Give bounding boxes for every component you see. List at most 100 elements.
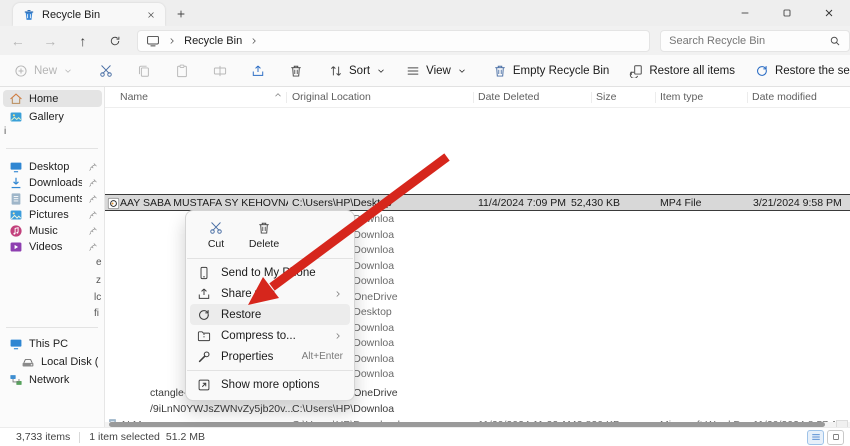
sidebar-item-documents[interactable]: Documents [3,190,102,207]
menu-item-label: Restore [221,308,262,321]
tab-close-button[interactable] [143,7,159,23]
column-divider[interactable] [286,92,287,103]
column-header-original-location[interactable]: Original Location [292,91,371,103]
column-divider[interactable] [747,92,748,103]
recycle-bin-icon [22,8,36,22]
context-cut-button[interactable]: Cut [194,218,238,253]
sidebar-item-downloads[interactable]: Downloads [3,174,102,191]
sidebar-item-music[interactable]: Music [3,222,102,239]
view-button[interactable]: View [400,60,473,82]
empty-recycle-bin-button[interactable]: Empty Recycle Bin [487,60,616,82]
delete-button[interactable] [283,60,309,82]
title-bar: Recycle Bin [0,0,850,26]
menu-item-properties[interactable]: Properties Alt+Enter [190,346,350,367]
menu-item-restore[interactable]: Restore [190,304,350,325]
new-tab-button[interactable] [172,5,190,23]
restore-selected-items-button[interactable]: Restore the selected items [749,60,850,82]
restore-icon [755,64,769,78]
address-bar[interactable]: Recycle Bin [137,29,651,52]
menu-item-label: Properties [221,350,274,363]
new-button[interactable]: New [8,60,79,82]
menu-item-show-more-options[interactable]: Show more options [190,374,350,395]
rename-button[interactable] [207,60,233,82]
copy-icon [137,64,151,78]
column-divider[interactable] [591,92,592,103]
sort-button-label: Sort [349,64,371,77]
menu-item-send-to-my-phone[interactable]: Send to My Phone [190,262,350,283]
column-header-item-type[interactable]: Item type [660,91,703,103]
cut-button[interactable] [93,60,119,82]
menu-item-share-with[interactable]: Share with [190,283,350,304]
sidebar-item-label: Desktop [29,160,70,173]
close-button[interactable] [808,0,850,26]
column-header-size[interactable]: Size [596,91,616,103]
sidebar-item-network[interactable]: Network [3,371,102,388]
this-pc-icon [9,337,23,351]
clipped-text-fragment: e [96,257,102,268]
restore-all-items-button[interactable]: Restore all items [623,60,741,82]
sidebar-item-pictures[interactable]: Pictures [3,206,102,223]
cell-original-location: C:\Users\HP\Desktop [292,197,392,209]
context-menu-quick-actions: Cut Delete [186,215,354,255]
breadcrumb-recycle-bin[interactable]: Recycle Bin [184,35,242,47]
column-header-date-modified[interactable]: Date modified [752,91,817,103]
search-icon [829,35,841,47]
paste-icon [175,64,189,78]
minimize-button[interactable] [724,0,766,26]
status-divider [79,431,81,443]
pin-icon [88,226,98,236]
back-button[interactable]: ← [5,30,31,52]
cell-size: 52,430 KB [570,197,620,209]
context-delete-button[interactable]: Delete [242,218,286,253]
sidebar-item-home[interactable]: Home [3,90,102,107]
delete-label: Delete [248,238,280,250]
pin-icon [88,210,98,220]
menu-item-label: Send to My Phone [221,266,316,279]
restore-selected-items-label: Restore the selected items [774,64,850,77]
chevron-down-icon [376,66,386,76]
copy-button[interactable] [131,60,157,82]
view-list-icon [406,64,420,78]
table-row[interactable]: /9iLnN0YWJsZWNvZy5jb20v... C:\Users\HP\D… [105,401,850,417]
sidebar-item-this-pc[interactable]: This PC [3,335,102,352]
table-row-selected[interactable]: AAY SABA MUSTAFA SY KEHOVNA . C:\Users\H… [105,194,850,211]
cell-item-type: MP4 File [660,197,702,209]
sort-ascending-icon [273,87,283,105]
paste-button[interactable] [169,60,195,82]
share-button[interactable] [245,60,271,82]
menu-item-compress-to[interactable]: Compress to... [190,325,350,346]
sidebar-divider [6,148,98,149]
sort-button[interactable]: Sort [323,60,392,82]
sidebar-item-videos[interactable]: Videos [3,238,102,255]
sidebar-item-gallery[interactable]: Gallery [3,108,102,125]
chevron-down-icon [457,66,467,76]
sidebar-item-desktop[interactable]: Desktop [3,158,102,175]
maximize-button[interactable] [766,0,808,26]
column-header-date-deleted[interactable]: Date Deleted [478,91,539,103]
explorer-tab[interactable]: Recycle Bin [13,3,165,26]
selection-size: 51.2 MB [165,431,206,443]
navigation-bar: ← → ↑ Recycle Bin Search Recycle Bin [0,26,850,55]
up-button[interactable]: ↑ [70,30,96,52]
column-header-row: Name Original Location Date Deleted Size… [105,87,850,108]
column-divider[interactable] [655,92,656,103]
minimize-icon [739,7,751,19]
menu-separator [187,258,353,259]
videos-icon [9,240,23,254]
refresh-button[interactable] [103,30,129,52]
details-view-button[interactable] [807,429,824,445]
sidebar-item-local-disk-c[interactable]: Local Disk (C:) [3,353,102,370]
forward-button[interactable]: → [38,30,64,52]
menu-item-label: Share with [221,287,276,300]
selection-count: 1 item selected [89,431,160,443]
refresh-icon [109,35,121,47]
command-toolbar: New Sort View Empty Recycle Bin Restore … [0,55,850,87]
documents-icon [9,192,23,206]
column-divider[interactable] [473,92,474,103]
sidebar-item-label: This PC [29,337,69,350]
sidebar-item-label: Videos [29,240,63,253]
large-icons-view-icon [831,432,841,442]
large-icons-view-button[interactable] [827,429,844,445]
column-header-name[interactable]: Name [120,91,148,103]
search-box[interactable]: Search Recycle Bin [660,29,850,52]
